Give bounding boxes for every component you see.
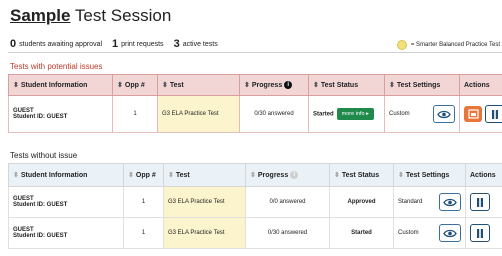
student-info-cell: GUEST Student ID: GUEST [8, 95, 113, 133]
sort-icon: ⬍ [13, 172, 19, 179]
status-cell: Started more info ▸ [308, 95, 385, 133]
page-title-bold: Sample [10, 6, 71, 25]
page-title: Sample Test Session [10, 6, 171, 26]
actions-cell [465, 186, 502, 218]
table-row: GUEST Student ID: GUEST 1 G3 ELA Practice… [8, 186, 502, 218]
pause-button[interactable] [470, 224, 490, 242]
issues-heading: Tests with potential issues [10, 62, 103, 71]
sort-icon: ⬍ [168, 172, 174, 179]
student-info-cell: GUEST Student ID: GUEST [8, 217, 124, 249]
pause-icon [477, 197, 483, 207]
col-test-settings[interactable]: ⬍ Test Settings [393, 163, 466, 187]
active-tests-count: 3 active tests [173, 38, 218, 50]
progress-cell: 0/30 answered [239, 95, 309, 133]
settings-cell: Standard [393, 186, 466, 218]
pause-button[interactable] [470, 193, 490, 211]
col-actions: Actions [459, 74, 502, 96]
sort-icon: ⬍ [334, 172, 340, 179]
eye-icon [437, 110, 451, 118]
sort-icon: ⬍ [313, 82, 319, 89]
col-student-info[interactable]: ⬍ Student Information [8, 163, 124, 187]
no-issue-table: ⬍ Student Information ⬍ Opp # ⬍ Test ⬍ Progr… [8, 163, 502, 249]
col-actions: Actions [465, 163, 502, 187]
opp-cell: 1 [123, 217, 164, 249]
pause-icon [477, 228, 483, 238]
progress-cell: 0/30 answered [245, 217, 330, 249]
col-test[interactable]: ⬍ Test [163, 163, 246, 187]
student-info-cell: GUEST Student ID: GUEST [8, 186, 124, 218]
info-icon[interactable]: i [290, 171, 299, 180]
sort-icon: ⬍ [162, 82, 168, 89]
session-summary: 0 students awaiting approval 1 print reque… [10, 38, 228, 50]
view-settings-button[interactable] [433, 105, 455, 123]
more-info-button[interactable]: more info ▸ [336, 108, 374, 120]
eye-icon [443, 229, 457, 237]
sort-icon: ⬍ [398, 172, 404, 179]
status-cell: Approved [329, 186, 394, 218]
col-test-status[interactable]: ⬍ Test Status [329, 163, 394, 187]
sort-icon: ⬍ [389, 82, 395, 89]
pause-icon [492, 109, 498, 119]
col-test[interactable]: ⬍ Test [157, 74, 240, 96]
sort-icon: ⬍ [244, 81, 250, 89]
divider [8, 52, 502, 53]
print-request-icon [467, 109, 479, 119]
opp-cell: 1 [123, 186, 164, 218]
col-progress[interactable]: ⬍ Progress i [245, 163, 330, 187]
col-opp[interactable]: ⬍ Opp # [112, 74, 158, 96]
legend-dot-icon [396, 40, 407, 50]
progress-cell: 0/0 answered [245, 186, 330, 218]
view-settings-button[interactable] [439, 193, 461, 211]
col-test-settings[interactable]: ⬍ Test Settings [384, 74, 460, 96]
page-title-rest: Test Session [70, 6, 172, 25]
print-request-button[interactable] [464, 106, 482, 122]
col-test-status[interactable]: ⬍ Test Status [308, 74, 385, 96]
test-name-cell: G3 ELA Practice Test [157, 95, 240, 133]
opp-cell: 1 [112, 95, 158, 133]
settings-cell: Custom [393, 217, 466, 249]
pause-button[interactable] [485, 105, 502, 123]
sort-icon: ⬍ [128, 172, 134, 179]
status-cell: Started [329, 217, 394, 249]
test-name-cell: G3 ELA Practice Test [163, 217, 246, 249]
col-student-info[interactable]: ⬍ Student Information [8, 74, 113, 96]
sort-icon: ⬍ [13, 82, 19, 89]
test-name-cell: G3 ELA Practice Test [163, 186, 246, 218]
sort-icon: ⬍ [250, 171, 256, 179]
issues-table: ⬍ Student Information ⬍ Opp # ⬍ Test ⬍ Progr… [8, 74, 502, 133]
col-progress[interactable]: ⬍ Progress i [239, 74, 309, 96]
table-row: GUEST Student ID: GUEST 1 G3 ELA Practice… [8, 217, 502, 249]
no-issue-heading: Tests without issue [10, 151, 78, 160]
settings-cell: Custom [384, 95, 460, 133]
info-icon[interactable]: i [284, 81, 293, 90]
col-opp[interactable]: ⬍ Opp # [123, 163, 164, 187]
print-requests-count: 1 print requests [112, 38, 164, 50]
practice-test-legend: = Smarter Balanced Practice Test [396, 40, 500, 50]
view-settings-button[interactable] [439, 224, 461, 242]
table-row: GUEST Student ID: GUEST 1 G3 ELA Practice… [8, 95, 502, 133]
actions-cell [459, 95, 502, 133]
sort-icon: ⬍ [117, 82, 123, 89]
eye-icon [443, 198, 457, 206]
awaiting-approval-count: 0 students awaiting approval [10, 38, 103, 50]
actions-cell [465, 217, 502, 249]
